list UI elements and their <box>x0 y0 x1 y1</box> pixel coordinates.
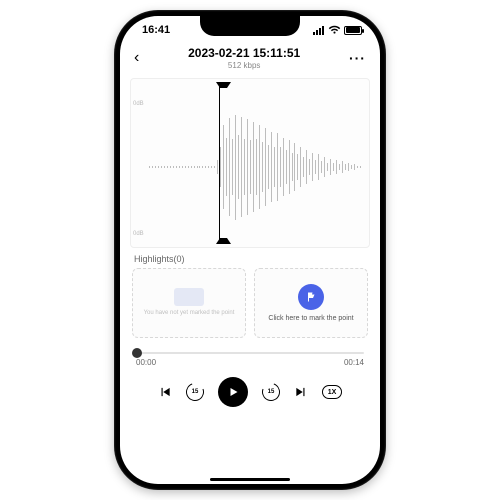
empty-illustration-icon <box>174 288 204 306</box>
waveform-bars <box>149 97 363 237</box>
prev-track-button[interactable] <box>158 385 172 399</box>
phone-frame: 16:41 ‹ 2023-02-21 15:11:51 512 kbps ···… <box>114 10 386 490</box>
mark-point-text: Click here to mark the point <box>268 315 353 322</box>
empty-highlights-card: You have not yet marked the point <box>132 268 246 338</box>
page-title: 2023-02-21 15:11:51 <box>188 46 300 60</box>
mark-flag-icon[interactable] <box>298 284 324 310</box>
time-total: 00:14 <box>344 358 364 367</box>
progress-slider[interactable] <box>136 352 364 354</box>
forward-15-button[interactable]: 15 <box>262 383 280 401</box>
highlights-label: Highlights(0) <box>134 254 366 264</box>
nav-bar: ‹ 2023-02-21 15:11:51 512 kbps ··· <box>120 44 380 70</box>
progress-area: 00:00 00:14 <box>120 338 380 367</box>
playback-controls: 15 15 1X <box>120 367 380 411</box>
progress-thumb-icon[interactable] <box>132 348 142 358</box>
more-button[interactable]: ··· <box>349 50 366 66</box>
rewind-15-button[interactable]: 15 <box>186 383 204 401</box>
page-subtitle: 512 kbps <box>188 61 300 70</box>
waveform-panel[interactable]: 0dB 0dB <box>130 78 370 248</box>
wave-ylabel-top: 0dB <box>133 101 144 107</box>
wave-ylabel-bottom: 0dB <box>133 231 144 237</box>
wifi-icon <box>328 25 341 35</box>
back-button[interactable]: ‹ <box>134 49 139 67</box>
speed-button[interactable]: 1X <box>322 385 342 399</box>
status-time: 16:41 <box>142 24 170 36</box>
home-indicator[interactable] <box>210 478 290 481</box>
highlight-cards: You have not yet marked the point Click … <box>120 268 380 338</box>
screen: 16:41 ‹ 2023-02-21 15:11:51 512 kbps ···… <box>120 16 380 484</box>
battery-icon <box>344 26 362 35</box>
status-indicators <box>313 25 362 35</box>
playhead-icon[interactable] <box>219 83 220 243</box>
mark-point-card[interactable]: Click here to mark the point <box>254 268 368 338</box>
next-track-button[interactable] <box>294 385 308 399</box>
empty-highlights-text: You have not yet marked the point <box>144 310 235 318</box>
time-current: 00:00 <box>136 358 156 367</box>
notch <box>200 16 300 36</box>
play-button[interactable] <box>218 377 248 407</box>
cell-signal-icon <box>313 26 325 35</box>
